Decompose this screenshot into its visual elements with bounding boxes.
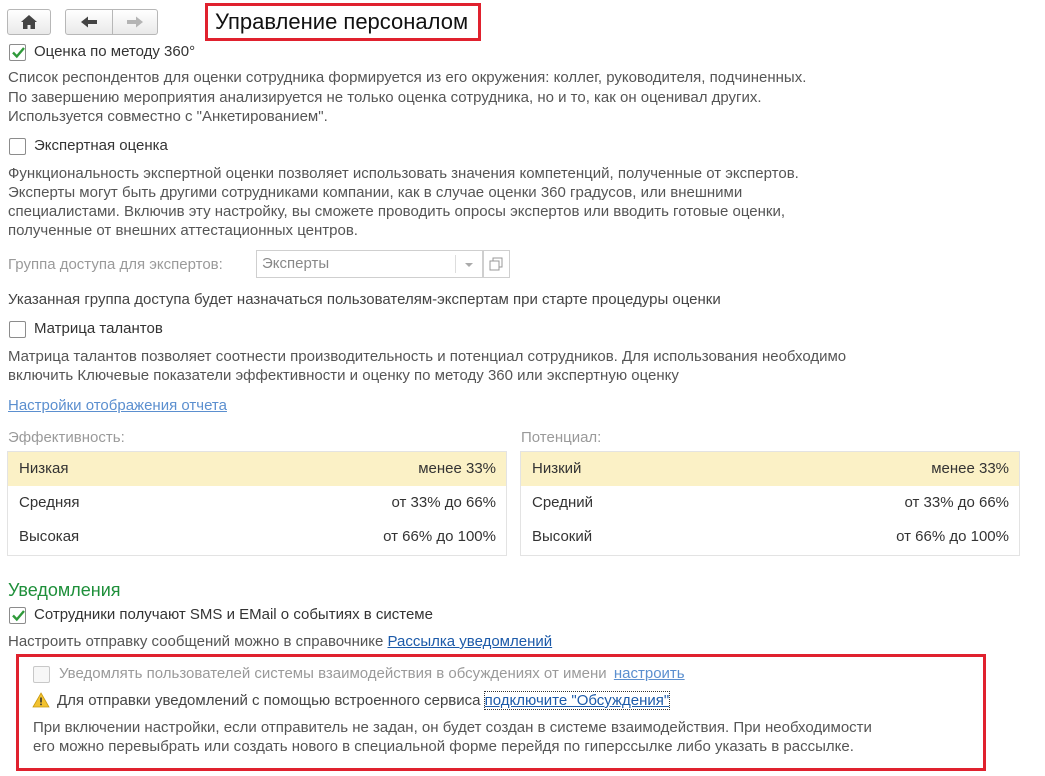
setup-text-prefix: Настроить отправку сообщений можно в спр… (8, 633, 384, 650)
notification-mailing-link[interactable]: Рассылка уведомлений (387, 633, 552, 650)
expert-desc-1: Функциональность экспертной оценки позво… (8, 165, 799, 182)
open-access-group-button[interactable] (483, 250, 510, 278)
row-range: от 66% до 100% (383, 528, 496, 545)
arrow-left-icon (81, 16, 97, 28)
talent-desc-2: включить Ключевые показатели эффективнос… (8, 367, 679, 384)
assessment-360-label: Оценка по методу 360° (34, 43, 196, 60)
page-title: Управление персоналом (205, 3, 481, 41)
efficiency-caption: Эффективность: (8, 429, 125, 446)
discussions-info-1: При включении настройки, если отправител… (33, 719, 872, 736)
potential-caption: Потенциал: (521, 429, 602, 446)
setup-text: Настроить отправку сообщений можно в спр… (8, 633, 552, 650)
table-row[interactable]: Низкий менее 33% (521, 452, 1019, 486)
row-name: Низкий (532, 460, 582, 477)
checkmark-icon (12, 47, 25, 59)
expert-desc-2: Эксперты могут быть другими сотрудниками… (8, 184, 743, 201)
talent-matrix-checkbox[interactable] (9, 321, 26, 338)
warning-icon (32, 692, 50, 708)
access-group-note: Указанная группа доступа будет назначать… (8, 291, 721, 308)
report-settings-link[interactable]: Настройки отображения отчета (8, 397, 227, 414)
row-name: Средний (532, 494, 593, 511)
row-range: от 66% до 100% (896, 528, 1009, 545)
home-icon (21, 15, 37, 29)
access-group-label: Группа доступа для экспертов: (8, 256, 223, 273)
expert-desc-4: полученные от внешних аттестационных цен… (8, 222, 358, 239)
open-form-icon (489, 257, 503, 271)
efficiency-table[interactable]: Низкая менее 33% Средняя от 33% до 66% В… (7, 451, 507, 556)
warning-row: Для отправки уведомлений с помощью встро… (57, 691, 671, 710)
arrow-right-icon (127, 16, 143, 28)
chevron-down-icon[interactable] (464, 262, 474, 268)
row-range: от 33% до 66% (391, 494, 496, 511)
expert-assessment-label: Экспертная оценка (34, 137, 168, 154)
warning-text: Для отправки уведомлений с помощью встро… (57, 692, 481, 709)
notifications-section-title: Уведомления (8, 580, 121, 600)
table-row[interactable]: Высокая от 66% до 100% (8, 520, 506, 554)
sms-email-label: Сотрудники получают SMS и EMail о событи… (34, 606, 433, 623)
forward-button[interactable] (112, 9, 158, 35)
assessment-360-desc-1: Список респондентов для оценки сотрудник… (8, 69, 807, 86)
dropdown-divider (455, 255, 456, 273)
checkmark-icon (12, 610, 25, 622)
discussions-setup-link[interactable]: настроить (614, 665, 685, 682)
back-button[interactable] (65, 9, 113, 35)
expert-desc-3: специалистами. Включив эту настройку, вы… (8, 203, 786, 220)
discussions-info-2: его можно перевыбрать или создать нового… (33, 738, 854, 755)
row-name: Высокий (532, 528, 593, 545)
expert-assessment-checkbox[interactable] (9, 138, 26, 155)
table-row[interactable]: Средняя от 33% до 66% (8, 486, 506, 520)
discussions-label-row: Уведомлять пользователей системы взаимод… (59, 665, 685, 682)
table-row[interactable]: Средний от 33% до 66% (521, 486, 1019, 520)
row-range: менее 33% (418, 460, 496, 477)
assessment-360-checkbox[interactable] (9, 44, 26, 61)
talent-desc-1: Матрица талантов позволяет соотнести про… (8, 348, 847, 365)
row-name: Высокая (19, 528, 80, 545)
table-row[interactable]: Низкая менее 33% (8, 452, 506, 486)
assessment-360-desc-2: По завершению мероприятия анализируется … (8, 89, 762, 106)
home-button[interactable] (7, 9, 51, 35)
access-group-value: Эксперты (262, 255, 330, 272)
potential-table[interactable]: Низкий менее 33% Средний от 33% до 66% В… (520, 451, 1020, 556)
sms-email-checkbox[interactable] (9, 607, 26, 624)
row-name: Низкая (19, 460, 69, 477)
row-range: менее 33% (931, 460, 1009, 477)
connect-discussions-link[interactable]: подключите "Обсуждения" (483, 691, 671, 710)
row-range: от 33% до 66% (904, 494, 1009, 511)
table-row[interactable]: Высокий от 66% до 100% (521, 520, 1019, 554)
row-name: Средняя (19, 494, 80, 511)
discussions-checkbox[interactable] (33, 666, 50, 683)
access-group-field[interactable]: Эксперты (256, 250, 483, 278)
assessment-360-desc-3: Используется совместно с "Анкетированием… (8, 108, 328, 125)
talent-matrix-label: Матрица талантов (34, 320, 163, 337)
discussions-label: Уведомлять пользователей системы взаимод… (59, 665, 607, 682)
